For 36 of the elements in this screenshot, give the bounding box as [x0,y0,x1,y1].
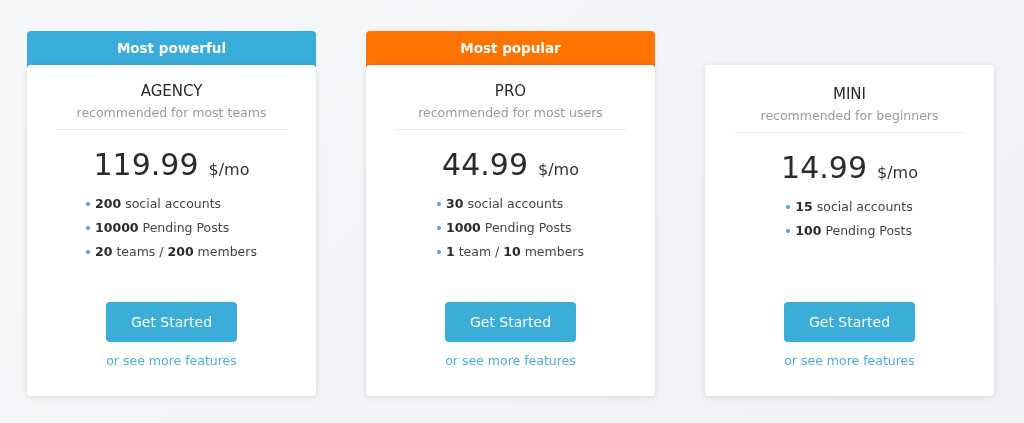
plan-ribbon: Most popular [366,31,655,69]
plan-price: 44.99 [442,147,528,183]
more-features-link[interactable]: or see more features [784,353,915,369]
more-features-link[interactable]: or see more features [106,353,237,369]
bullet-icon [86,226,91,230]
price-unit: $/mo [208,160,250,179]
feature-text: 1000 Pending Posts [446,220,572,236]
feature-text: 1 team / 10 members [446,244,584,260]
feature-text: 30 social accounts [446,196,564,212]
feature-text: 200 social accounts [95,196,222,212]
bullet-icon [86,202,91,206]
plan-ribbon: Most powerful [27,31,316,69]
more-features-link[interactable]: or see more features [445,353,576,369]
plan-price: 14.99 [781,150,867,186]
plan-name: PRO [494,82,527,100]
bullet-icon [437,202,441,206]
plan-subtitle: recommended for most users [418,105,603,121]
get-started-button[interactable]: Get Started [784,302,915,342]
plan-subtitle: recommended for most teams [76,105,267,121]
price-unit: $/mo [537,160,579,179]
feature-text: 10000 Pending Posts [95,220,230,236]
feature-text: 15 social accounts [795,199,913,215]
price-unit: $/mo [876,163,918,182]
bullet-icon [437,250,441,254]
plan-name: AGENCY [140,82,203,100]
get-started-button[interactable]: Get Started [445,302,576,342]
bullet-icon [86,250,91,254]
bullet-icon [437,226,441,230]
feature-text: 20 teams / 200 members [95,244,257,260]
plan-subtitle: recommended for beginners [760,108,939,124]
get-started-button[interactable]: Get Started [106,302,237,342]
plan-price: 119.99 [93,147,199,183]
plan-name: MINI [833,85,866,103]
bullet-icon [786,205,791,209]
feature-text: 100 Pending Posts [795,223,913,239]
bullet-icon [786,229,791,233]
